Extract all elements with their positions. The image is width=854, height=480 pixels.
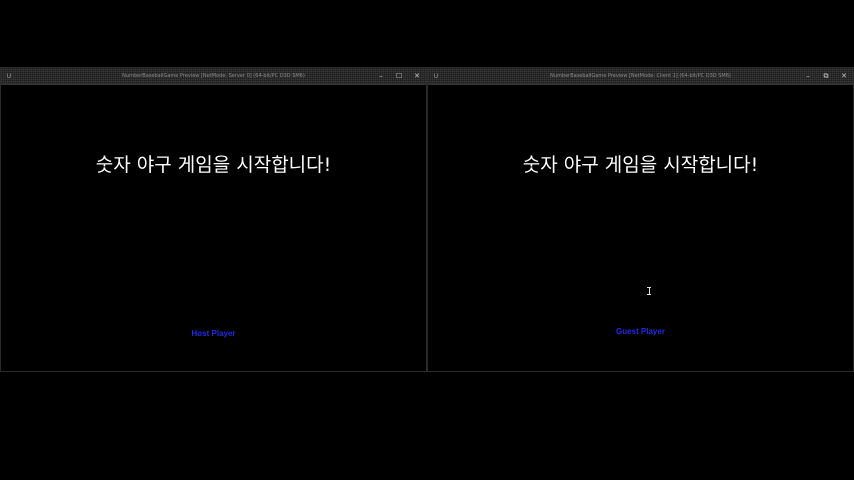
unreal-engine-icon: U <box>433 72 439 80</box>
server-window-titlebar[interactable]: U NumberBaseballGame Preview [NetMode: S… <box>1 68 426 85</box>
maximize-button[interactable]: ☐ <box>390 68 408 84</box>
restore-button[interactable]: ⧉ <box>817 68 835 84</box>
server-window-title: NumberBaseballGame Preview [NetMode: Ser… <box>122 73 305 79</box>
client-window-titlebar[interactable]: U NumberBaseballGame Preview [NetMode: C… <box>428 68 853 85</box>
game-start-heading: 숫자 야구 게임을 시작합니다! <box>95 154 332 176</box>
game-start-heading: 숫자 야구 게임을 시작합니다! <box>522 154 759 176</box>
host-player-label: Host Player <box>191 329 236 338</box>
close-button[interactable]: ✕ <box>835 68 853 84</box>
client-game-viewport[interactable]: 숫자 야구 게임을 시작합니다! Guest Player <box>428 85 853 373</box>
server-game-viewport[interactable]: 숫자 야구 게임을 시작합니다! Host Player <box>1 85 426 373</box>
server-preview-window[interactable]: U NumberBaseballGame Preview [NetMode: S… <box>0 67 427 372</box>
client-window-controls: – ⧉ ✕ <box>799 68 853 84</box>
text-cursor-icon <box>647 287 651 295</box>
minimize-button[interactable]: – <box>799 68 817 84</box>
desktop-screen: U NumberBaseballGame Preview [NetMode: S… <box>0 0 854 480</box>
client-preview-window[interactable]: U NumberBaseballGame Preview [NetMode: C… <box>427 67 854 372</box>
minimize-button[interactable]: – <box>372 68 390 84</box>
guest-player-label: Guest Player <box>616 327 665 336</box>
server-window-controls: – ☐ ✕ <box>372 68 426 84</box>
client-window-title: NumberBaseballGame Preview [NetMode: Cli… <box>550 73 731 79</box>
close-button[interactable]: ✕ <box>408 68 426 84</box>
unreal-engine-icon: U <box>6 72 12 80</box>
